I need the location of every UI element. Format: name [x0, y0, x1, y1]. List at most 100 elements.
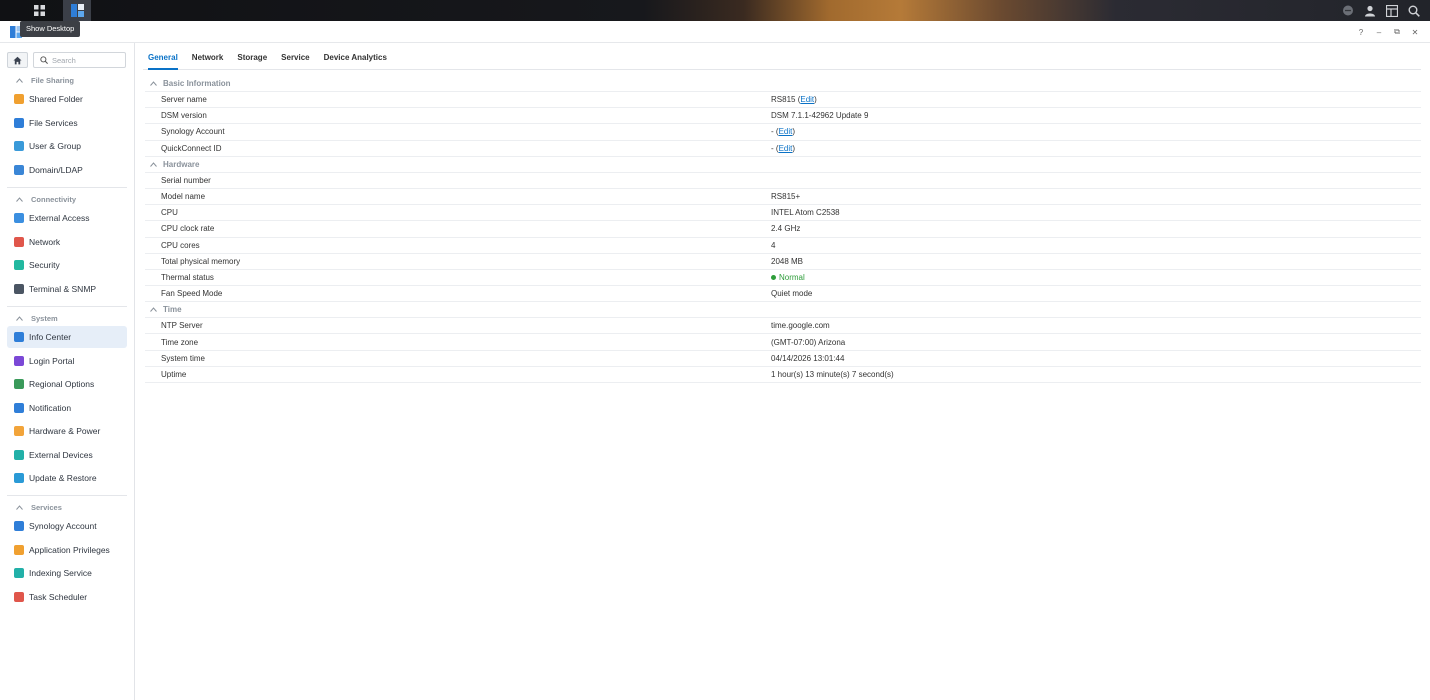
info-value-cell: 2.4 GHz [771, 224, 800, 233]
group-title: Hardware [163, 159, 200, 169]
info-value-cell: - (Edit) [771, 143, 796, 153]
info-row-time-zone: Time zone (GMT-07:00) Arizona [145, 334, 1421, 351]
section-file-sharing[interactable]: File Sharing [16, 74, 74, 86]
info-table: Basic Information Server name RS815 (Edit)… [145, 76, 1421, 383]
group-hardware[interactable]: Hardware [145, 157, 1421, 173]
grid-icon [33, 5, 45, 16]
restore-button[interactable]: ⧉ [1392, 25, 1402, 39]
sidebar-item-label: Hardware & Power [29, 426, 101, 436]
tab-general[interactable]: General [148, 43, 178, 70]
taskbar-tray [1340, 0, 1422, 21]
sidebar-item-label: Network [29, 236, 61, 247]
info-row-synology-account: Synology Account - (Edit) [145, 124, 1421, 141]
chevron-up-icon [16, 504, 23, 510]
info-value: time.google.com [771, 321, 830, 331]
info-value-cell: 04/14/2026 13:01:44 [771, 354, 844, 363]
sidebar-item-file-services[interactable]: File Services [7, 112, 127, 134]
info-row-ntp-server: NTP Server time.google.com [145, 318, 1421, 335]
sidebar-item-label: External Access [29, 213, 90, 223]
home-button[interactable] [7, 52, 28, 68]
info-row-cpu-clock-rate: CPU clock rate 2.4 GHz [145, 221, 1421, 238]
section-services[interactable]: Services [16, 501, 62, 513]
sidebar-item-shared-folder[interactable]: Shared Folder [7, 88, 127, 110]
indexing-service-icon [14, 568, 24, 578]
info-value-cell: 4 [771, 241, 775, 250]
window-titlebar[interactable]: ? – ⧉ ✕ [0, 21, 1430, 43]
user-group-icon [14, 141, 24, 151]
minimize-button[interactable]: – [1374, 25, 1384, 39]
sidebar-item-label: Terminal & SNMP [29, 283, 97, 294]
control-panel-icon [70, 4, 84, 17]
info-label: Serial number [161, 175, 211, 185]
group-time[interactable]: Time [145, 302, 1421, 319]
group-basic-information[interactable]: Basic Information [145, 76, 1421, 92]
sidebar-item-synology-account[interactable]: Synology Account [7, 515, 127, 537]
regional-options-icon [14, 379, 24, 389]
sidebar-item-security[interactable]: Security [7, 254, 127, 276]
info-value-cell: RS815 (Edit) [771, 95, 817, 105]
sidebar-item-regional-options[interactable]: Regional Options [7, 373, 127, 395]
sidebar-item-user-group[interactable]: User & Group [7, 135, 127, 157]
sidebar-item-external-devices[interactable]: External Devices [7, 444, 127, 466]
user-icon[interactable] [1362, 3, 1378, 19]
info-value-cell: time.google.com [771, 321, 830, 330]
tab-device-analytics[interactable]: Device Analytics [324, 43, 387, 70]
sidebar-item-notification[interactable]: Notification [7, 397, 127, 419]
tab-network[interactable]: Network [192, 43, 224, 70]
sidebar-item-hardware-power[interactable]: Hardware & Power [7, 420, 127, 442]
sidebar-item-domain-ldap[interactable]: Domain/LDAP [7, 159, 127, 181]
tab-service[interactable]: Service [281, 43, 309, 70]
search-icon [40, 56, 48, 64]
sidebar-item-label: External Devices [29, 449, 93, 460]
info-value-cell: Normal [771, 273, 805, 282]
sidebar-item-application-privileges[interactable]: Application Privileges [7, 539, 127, 561]
sidebar-item-label: Update & Restore [29, 473, 97, 483]
sidebar-item-external-access[interactable]: External Access [7, 207, 127, 229]
search-input[interactable] [52, 55, 122, 65]
info-value-cell: 1 hour(s) 13 minute(s) 7 second(s) [771, 370, 894, 379]
sidebar-item-indexing-service[interactable]: Indexing Service [7, 562, 127, 584]
tab-storage[interactable]: Storage [237, 43, 267, 70]
section-title: Services [31, 502, 62, 512]
info-row-uptime: Uptime 1 hour(s) 13 minute(s) 7 second(s) [145, 367, 1421, 383]
info-value: INTEL Atom C2538 [771, 208, 840, 218]
edit-link[interactable]: Edit [779, 144, 793, 153]
info-row-cpu: CPU INTEL Atom C2538 [145, 205, 1421, 222]
edit-link[interactable]: Edit [779, 127, 793, 136]
close-button[interactable]: ✕ [1410, 25, 1420, 39]
info-label: Uptime [161, 369, 187, 379]
sidebar-item-task-scheduler[interactable]: Task Scheduler [7, 586, 127, 608]
section-connectivity[interactable]: Connectivity [16, 193, 76, 205]
sidebar-item-info-center[interactable]: Info Center [7, 326, 127, 348]
login-portal-icon [14, 355, 24, 366]
sidebar-item-label: Security [29, 260, 60, 270]
help-button[interactable]: ? [1356, 25, 1366, 39]
sidebar-item-terminal-snmp[interactable]: Terminal & SNMP [7, 278, 127, 300]
info-label: NTP Server [161, 321, 203, 331]
group-title: Basic Information [163, 79, 231, 88]
info-value-cell: - (Edit) [771, 127, 796, 137]
section-title: File Sharing [31, 75, 74, 85]
info-value: DSM 7.1.1-42962 Update 9 [771, 111, 869, 121]
main-menu-button[interactable] [25, 0, 53, 21]
sidebar-item-label: Indexing Service [29, 568, 92, 578]
chat-icon[interactable] [1340, 3, 1356, 19]
info-value: Quiet mode [771, 289, 813, 299]
chevron-up-icon [16, 315, 23, 321]
info-row-quickconnect-id: QuickConnect ID - (Edit) [145, 141, 1421, 157]
info-label: Time zone [161, 337, 199, 347]
section-system[interactable]: System [16, 312, 58, 324]
info-label: DSM version [161, 111, 207, 121]
sidebar-item-update-restore[interactable]: Update & Restore [7, 467, 127, 489]
search-icon[interactable] [1406, 3, 1422, 19]
info-row-thermal-status: Thermal status Normal [145, 270, 1421, 287]
control-panel-taskbar-button[interactable] [63, 0, 91, 21]
search-box[interactable] [33, 52, 126, 68]
info-value-cell: RS815+ [771, 192, 800, 201]
sidebar-item-login-portal[interactable]: Login Portal [7, 350, 127, 372]
edit-link[interactable]: Edit [800, 95, 814, 104]
sidebar-item-network[interactable]: Network [7, 231, 127, 253]
widgets-icon[interactable] [1384, 3, 1400, 19]
info-value-cell: 2048 MB [771, 257, 803, 266]
task-scheduler-icon [14, 591, 24, 602]
